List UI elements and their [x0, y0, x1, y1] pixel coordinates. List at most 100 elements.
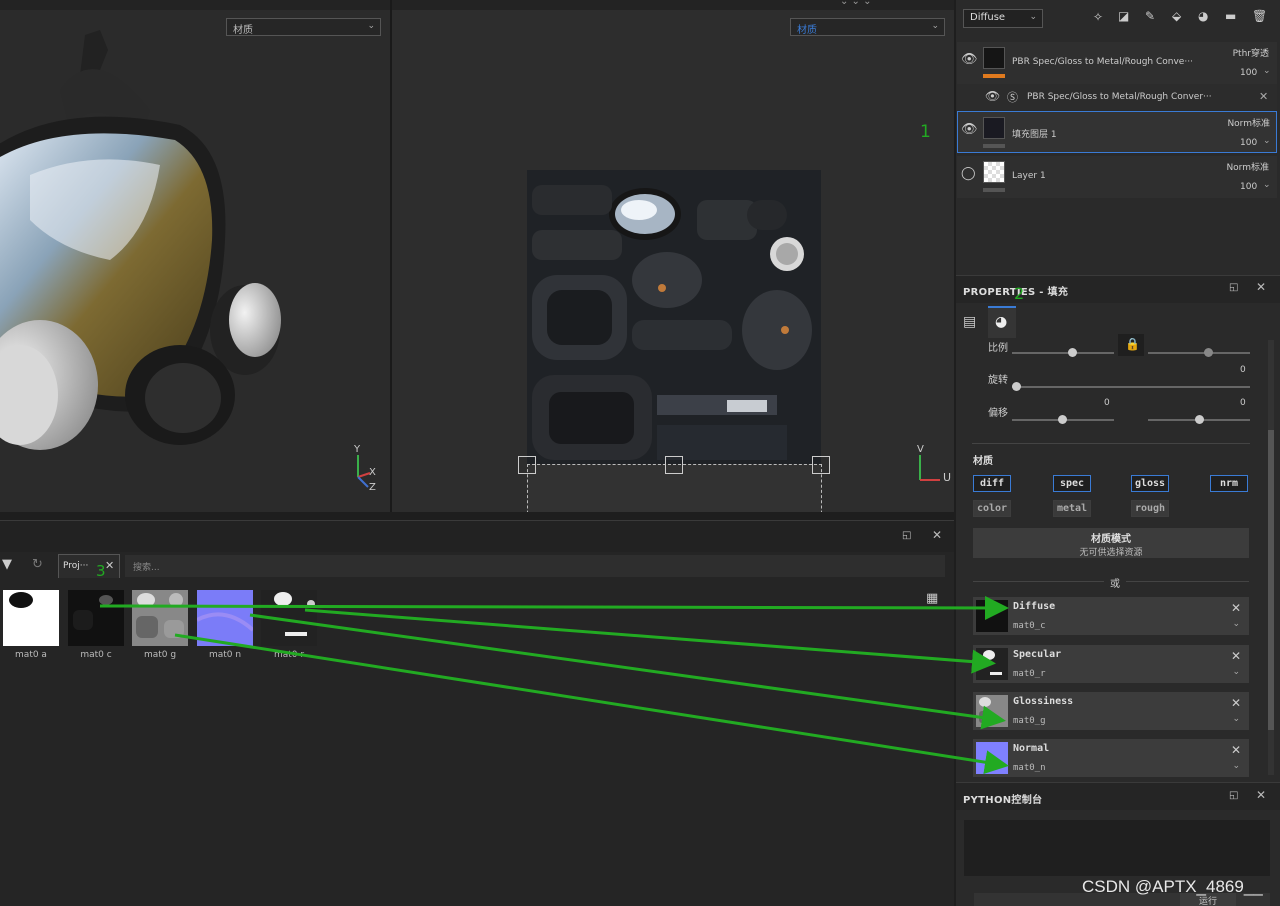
channel-color-button[interactable]: color [973, 500, 1011, 517]
eye-icon[interactable]: 👁 [961, 52, 978, 67]
channel-spec-button[interactable]: spec [1053, 475, 1091, 492]
shelf-thumbnail-mat0-r[interactable] [261, 590, 317, 646]
slider-knob[interactable] [1204, 348, 1213, 357]
chevron-down-icon[interactable]: ⌄ [1263, 66, 1271, 76]
eye-icon[interactable]: 👁 [961, 122, 978, 137]
scrollbar-thumb[interactable] [1268, 430, 1274, 730]
refresh-icon[interactable]: ↻ [32, 557, 43, 572]
chevron-down-icon[interactable]: ⌄ ⌄ ⌄ [840, 0, 872, 7]
layer-name: Layer 1 [1012, 171, 1046, 181]
slider-knob[interactable] [1195, 415, 1204, 424]
layer-item-layer-1[interactable]: ◯ Layer 1 Norm标准 100 ⌄ [957, 156, 1277, 198]
shelf-tab-project[interactable]: Proj··· ✕ [58, 554, 120, 578]
chevron-down-icon[interactable]: ⌄ [1232, 714, 1240, 724]
chevron-down-icon[interactable]: ⌄ [1232, 761, 1240, 771]
mask-icon[interactable]: ◪ [1118, 9, 1129, 23]
layer-opacity[interactable]: 100 [1240, 68, 1257, 78]
layer-color-bar [983, 74, 1005, 78]
brush-icon[interactable]: ✎ [1145, 9, 1155, 23]
layer-channel-select[interactable]: Diffuse ⌄ [963, 9, 1043, 28]
channel-metal-button[interactable]: metal [1053, 500, 1091, 517]
channel-diff-button[interactable]: diff [973, 475, 1011, 492]
eye-icon[interactable]: 👁 [985, 89, 1000, 103]
shelf-panel [0, 520, 954, 906]
material-mode-dropzone[interactable]: 材质模式 无可供选择资源 [973, 528, 1249, 558]
layer-mask-bar [983, 188, 1005, 192]
layer-effect-pbr-convert[interactable]: 👁 Ⓢ PBR Spec/Gloss to Metal/Rough Conver… [957, 84, 1277, 110]
viewport-2d[interactable]: ⌄ ⌄ ⌄ 材质 ⌄ 1 V U [392, 0, 954, 512]
channel-nrm-button[interactable]: nrm [1210, 475, 1248, 492]
layer-item-fill-layer[interactable]: 👁 填充图层 1 Norm标准 100 ⌄ [957, 111, 1277, 153]
uv-handle[interactable] [518, 456, 536, 474]
tab-material[interactable]: ◕ [988, 306, 1016, 338]
slot-glossiness[interactable]: Glossiness mat0_g ✕ ⌄ [973, 692, 1249, 730]
lock-button[interactable]: 🔒 [1118, 334, 1144, 356]
trash-icon[interactable]: 🗑 [1252, 9, 1267, 23]
lock-icon: 🔒 [1125, 337, 1140, 351]
chevron-down-icon[interactable]: ⌄ [1232, 667, 1240, 677]
layer-opacity[interactable]: 100 [1240, 138, 1257, 148]
close-icon[interactable]: ✕ [1231, 649, 1241, 663]
annotation-2: 2 [1014, 284, 1025, 303]
filter-icon[interactable]: ▼ [2, 557, 12, 572]
folder-icon[interactable]: ▬ [1225, 9, 1236, 23]
slot-specular[interactable]: Specular mat0_r ✕ ⌄ [973, 645, 1249, 683]
close-icon[interactable]: ✕ [105, 559, 114, 572]
layer-item-pbr-convert[interactable]: 👁 PBR Spec/Gloss to Metal/Rough Conve···… [957, 42, 1277, 84]
chevron-down-icon: ⌄ [1029, 12, 1037, 22]
close-icon[interactable]: ✕ [1231, 601, 1241, 615]
slider-knob[interactable] [1068, 348, 1077, 357]
float-icon[interactable]: ◱ [1229, 790, 1238, 801]
gas-mask-model [0, 30, 281, 450]
close-icon[interactable]: ✕ [1256, 280, 1266, 294]
layer-name: PBR Spec/Gloss to Metal/Rough Conve··· [1012, 57, 1193, 67]
shelf-search-input[interactable]: 搜索... [125, 555, 945, 577]
properties-scrollbar[interactable] [1268, 340, 1274, 775]
material-mode-title: 材质模式 [1091, 534, 1131, 545]
offset-u-value[interactable]: 0 [1104, 398, 1110, 408]
smart-material-icon[interactable]: ◕ [1198, 9, 1208, 23]
uv-handle[interactable] [812, 456, 830, 474]
chevron-down-icon[interactable]: ⌄ [1263, 180, 1271, 190]
close-icon[interactable]: ✕ [1256, 788, 1266, 802]
layer-blend-mode[interactable]: Norm标准 [1207, 160, 1269, 173]
shelf-thumbnail-mat0-a[interactable] [3, 590, 59, 646]
shelf-thumbnail-mat0-n[interactable] [197, 590, 253, 646]
rotation-value[interactable]: 0 [1240, 365, 1246, 375]
python-console-output[interactable] [964, 820, 1270, 876]
scale-u-slider[interactable] [1012, 352, 1114, 354]
eye-closed-icon[interactable]: ◯ [961, 166, 976, 181]
layer-opacity[interactable]: 100 [1240, 182, 1257, 192]
close-icon[interactable]: ✕ [1231, 743, 1241, 757]
slider-knob[interactable] [1012, 382, 1021, 391]
viewport-3d[interactable]: 材质 ⌄ Y X Z [0, 0, 390, 512]
scale-v-slider[interactable] [1148, 352, 1250, 354]
material-section-title: 材质 [973, 456, 993, 467]
layer-blend-mode[interactable]: Pthr穿透 [1207, 46, 1269, 59]
layer-blend-mode[interactable]: Norm标准 [1208, 116, 1270, 129]
slot-normal[interactable]: Normal mat0_n ✕ ⌄ [973, 739, 1249, 777]
shelf-thumbnail-mat0-c[interactable] [68, 590, 124, 646]
close-icon[interactable]: ✕ [1259, 90, 1268, 103]
channel-gloss-button[interactable]: gloss [1131, 475, 1169, 492]
channel-rough-button[interactable]: rough [1131, 500, 1169, 517]
uv-handle[interactable] [665, 456, 683, 474]
shelf-thumbnail-mat0-g[interactable] [132, 590, 188, 646]
tab-attributes-icon[interactable]: ▤ [963, 314, 976, 330]
slider-knob[interactable] [1058, 415, 1067, 424]
slot-diffuse[interactable]: Diffuse mat0_c ✕ ⌄ [973, 597, 1249, 635]
chevron-down-icon[interactable]: ⌄ [1263, 136, 1271, 146]
add-effect-icon[interactable]: ✧ [1093, 10, 1103, 24]
chevron-down-icon[interactable]: ⌄ [1232, 619, 1240, 629]
shelf-thumbnail-label: mat0 r [273, 650, 305, 660]
fill-icon[interactable]: ⬙ [1172, 9, 1181, 23]
annotation-3: 3 [96, 562, 106, 580]
rotation-slider[interactable] [1012, 386, 1250, 388]
grid-view-icon[interactable]: ▦ [926, 591, 938, 606]
float-icon[interactable]: ◱ [1229, 282, 1238, 293]
offset-v-value[interactable]: 0 [1240, 398, 1246, 408]
viewport-2d-channel-select[interactable]: 材质 ⌄ [790, 18, 945, 36]
close-icon[interactable]: ✕ [932, 528, 942, 542]
close-icon[interactable]: ✕ [1231, 696, 1241, 710]
float-icon[interactable]: ◱ [902, 530, 911, 541]
